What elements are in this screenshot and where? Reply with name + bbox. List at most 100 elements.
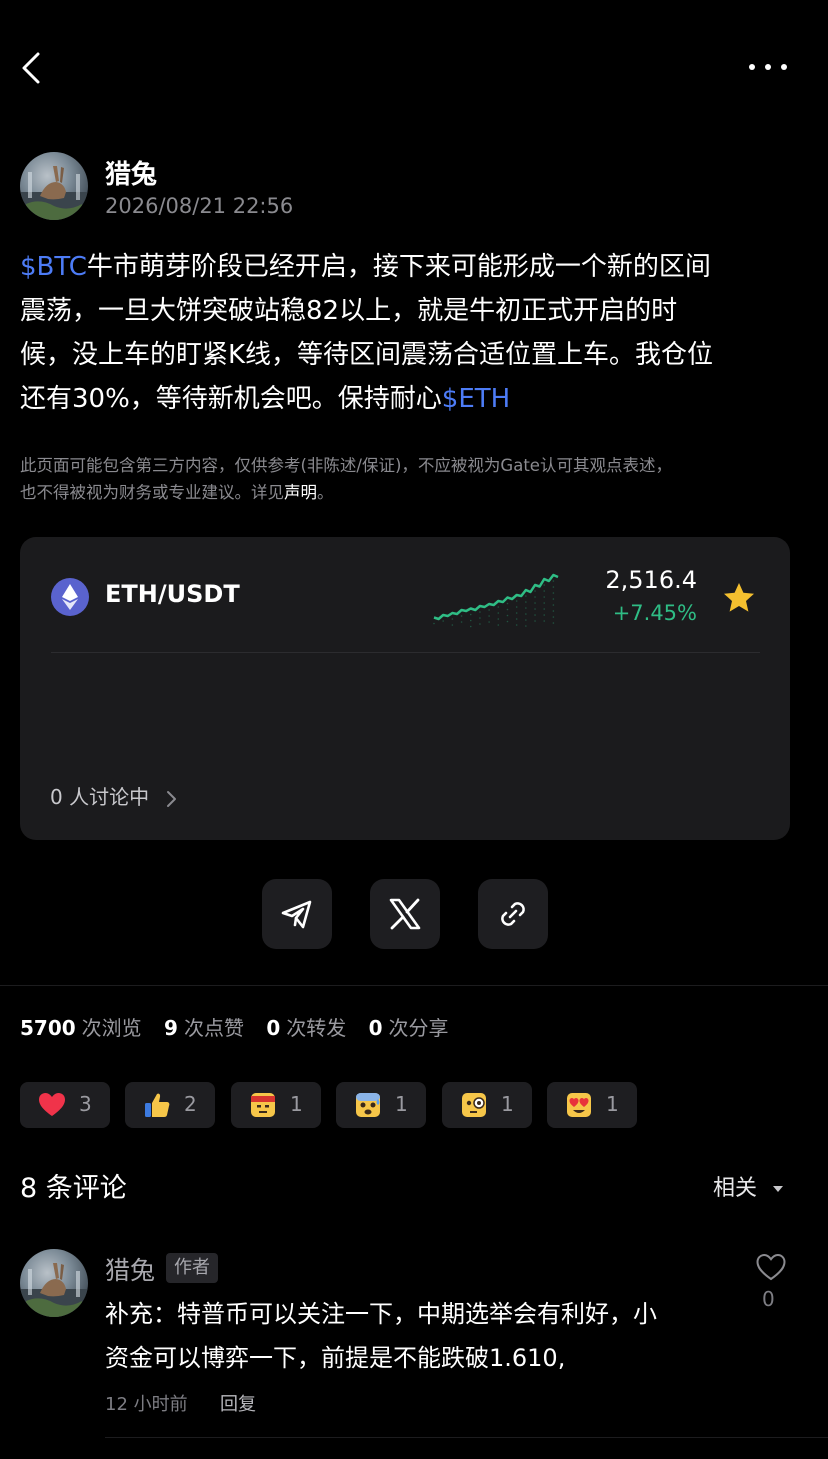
comment-divider (105, 1437, 828, 1438)
ticker-link-btc[interactable]: $BTC (20, 252, 87, 282)
comment-sort-dropdown[interactable]: 相关 (713, 1170, 784, 1202)
sparkline-fill-dot (534, 590, 536, 592)
share-x-button[interactable] (370, 879, 440, 949)
reaction-anxious-face[interactable]: 1 (336, 1082, 426, 1128)
reaction-count: 2 (184, 1092, 197, 1116)
rabbit-avatar-image (20, 166, 88, 220)
post-text: 还有30%，等待新机会吧。保持耐心 (20, 384, 442, 414)
post-line: 还有30%，等待新机会吧。保持耐心$ETH (20, 377, 810, 421)
reaction-heart-eyes[interactable]: 1 (547, 1082, 637, 1128)
ethereum-icon (51, 578, 89, 616)
trading-pair: ETH/USDT (105, 580, 240, 608)
top-bar (0, 40, 828, 96)
sparkline-fill-dot (525, 601, 527, 603)
section-divider (0, 985, 828, 986)
sparkline-fill-dot (451, 624, 454, 626)
disclaimer: 此页面可能包含第三方内容，仅供参考(非陈述/保证)，不应被视为Gate认可其观点… (20, 452, 810, 506)
heart-icon (39, 1093, 65, 1116)
sparkline-fill-dot (460, 621, 463, 623)
post-line: $BTC牛市萌芽阶段已经开启，接下来可能形成一个新的区间 (20, 245, 810, 289)
author-avatar[interactable] (20, 152, 88, 220)
back-button[interactable] (14, 46, 54, 90)
sparkline-fill-dot (479, 611, 481, 613)
stat-views: 5700 次浏览 (20, 1012, 142, 1041)
post-content: $BTC牛市萌芽阶段已经开启，接下来可能形成一个新的区间 震荡，一旦大饼突破站稳… (20, 245, 810, 421)
sparkline-fill-dot (479, 623, 481, 625)
anxious-face-icon (356, 1093, 380, 1117)
comment-like-button[interactable] (755, 1252, 787, 1282)
sparkline-fill-dot (543, 614, 546, 616)
sparkline-fill-dot (451, 618, 454, 620)
stat-label: 次分享 (388, 1016, 449, 1040)
post-timestamp: 2026/08/21 22:56 (105, 194, 294, 218)
comment-item: 猎兔 作者 补充：特普币可以关注一下，中期选举会有利好，小 资金可以博弈一下，前… (20, 1249, 810, 1429)
comment-line: 补充：特普币可以关注一下，中期选举会有利好，小 (105, 1300, 657, 1328)
sparkline-fill-dot (515, 624, 518, 626)
sparkline-fill-dot (552, 586, 555, 588)
monocle-face-icon (462, 1093, 486, 1117)
commenter-avatar[interactable] (20, 1249, 88, 1317)
sparkline-fill-dot (543, 608, 546, 610)
comments-title: 8 条评论 (20, 1173, 127, 1204)
sparkline-fill-dot (552, 598, 555, 600)
sparkline-fill-dot (534, 614, 536, 616)
disclaimer-line: 也不得被视为财务或专业建议。详见声明。 (20, 479, 810, 506)
reaction-heart[interactable]: 3 (20, 1082, 110, 1128)
reaction-bandana-face[interactable]: 1 (231, 1082, 321, 1128)
more-options-button[interactable] (744, 52, 792, 82)
commenter-name[interactable]: 猎兔 (105, 1251, 155, 1287)
sparkline-fill-dot (552, 616, 555, 618)
share-telegram-button[interactable] (262, 879, 332, 949)
comment-like-count: 0 (762, 1287, 775, 1311)
price-change: +7.45% (612, 601, 697, 625)
ticker-link-eth[interactable]: $ETH (442, 384, 510, 414)
sparkline-fill-dot (525, 607, 527, 609)
stat-number: 0 (266, 1016, 281, 1040)
market-card[interactable]: ETH/USDT 2,516.4 +7.45% 0 人讨论中 (20, 537, 790, 840)
sort-label: 相关 (712, 1176, 757, 1201)
sparkline-fill-dot (552, 592, 555, 594)
thumbs-up-icon (145, 1093, 170, 1117)
post-text: 牛市萌芽阶段已经开启，接下来可能形成一个新的区间 (86, 252, 711, 282)
sparkline-fill-dot (525, 595, 527, 597)
sparkline-fill-dot (515, 600, 518, 602)
stat-label: 次转发 (286, 1016, 347, 1040)
stat-number: 5700 (20, 1016, 76, 1040)
stat-number: 9 (164, 1016, 178, 1040)
reply-button[interactable]: 回复 (220, 1390, 256, 1416)
reaction-count: 1 (395, 1092, 408, 1116)
favorite-button[interactable] (722, 581, 756, 615)
sparkline-fill-dot (497, 624, 500, 626)
sparkline-fill-dot (497, 618, 500, 620)
statement-link[interactable]: 声明 (284, 483, 317, 502)
sparkline-fill-dot (534, 602, 536, 604)
sparkline-fill-dot (543, 596, 546, 598)
more-dots-icon (749, 64, 787, 70)
sparkline-fill-dot (543, 620, 546, 622)
sparkline-fill-dot (497, 606, 500, 608)
sparkline-fill-dot (506, 602, 509, 605)
star-icon (724, 583, 754, 612)
discussion-count: 0 人讨论中 (50, 785, 150, 809)
author-name[interactable]: 猎兔 (105, 154, 157, 191)
chevron-right-icon (167, 790, 177, 807)
sparkline-fill-dot (534, 596, 536, 598)
caret-down-icon (773, 1186, 783, 1192)
comment-time: 12 小时前 (105, 1394, 188, 1415)
sparkline-fill-dot (525, 613, 527, 615)
reaction-count: 1 (606, 1092, 619, 1116)
sparkline-fill-dot (543, 602, 546, 604)
price-sparkline (433, 573, 559, 628)
sparkline-fill-dot (488, 609, 490, 611)
comment-text: 补充：特普币可以关注一下，中期选举会有利好，小 资金可以博弈一下，前提是不能跌破… (105, 1292, 745, 1380)
link-icon (501, 902, 525, 926)
discussion-link[interactable]: 0 人讨论中 (50, 781, 177, 810)
post-author-header: 猎兔 2026/08/21 22:56 (20, 152, 720, 222)
disclaimer-text: 也不得被视为财务或专业建议。详见 (20, 483, 284, 502)
copy-link-button[interactable] (478, 879, 548, 949)
sparkline-fill-dot (506, 620, 509, 623)
sparkline-fill-dot (534, 608, 536, 610)
reaction-thumbs-up[interactable]: 2 (125, 1082, 215, 1128)
disclaimer-text: 。 (317, 483, 334, 502)
reaction-monocle-face[interactable]: 1 (442, 1082, 532, 1128)
